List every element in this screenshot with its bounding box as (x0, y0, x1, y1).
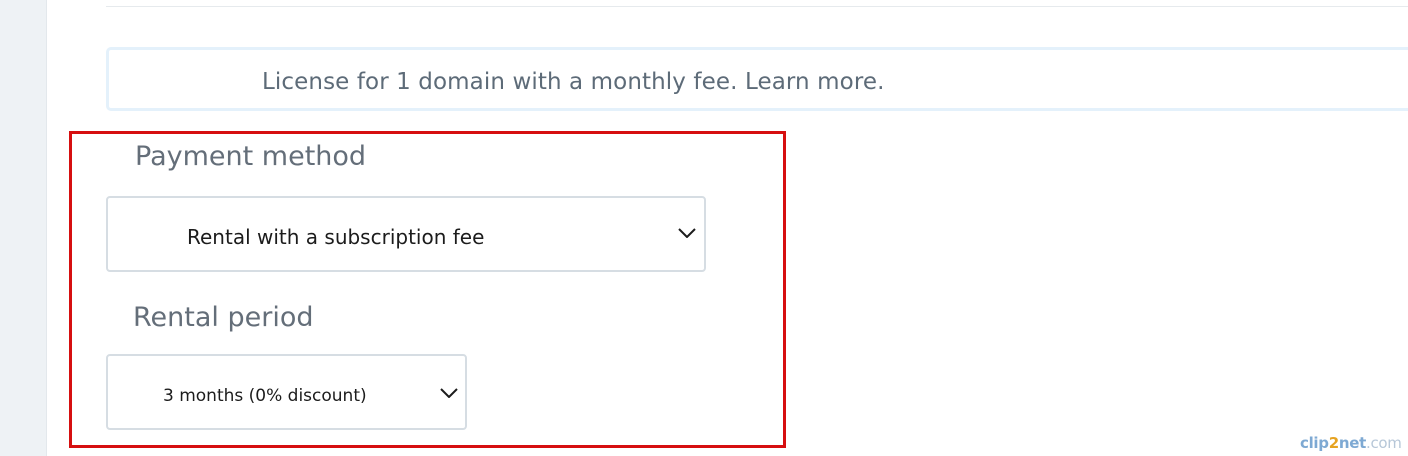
rental-period-value: 3 months (0% discount) (163, 386, 367, 406)
left-gutter (0, 0, 47, 456)
chevron-down-icon (440, 388, 458, 398)
payment-method-select[interactable]: Rental with a subscription fee (106, 196, 706, 272)
rental-period-label: Rental period (133, 302, 314, 333)
license-notice: License for 1 domain with a monthly fee.… (106, 47, 1408, 111)
watermark-domain: .com (1365, 434, 1402, 452)
watermark-middle: 2 (1328, 434, 1339, 452)
watermark-logo: clip2net.com (1300, 434, 1402, 452)
watermark-prefix: clip (1300, 434, 1329, 452)
divider (106, 6, 1408, 7)
license-notice-text: License for 1 domain with a monthly fee.… (262, 69, 885, 95)
chevron-down-icon (678, 228, 696, 238)
watermark-suffix: net (1338, 434, 1366, 452)
payment-method-value: Rental with a subscription fee (187, 225, 485, 249)
rental-period-select[interactable]: 3 months (0% discount) (106, 354, 467, 430)
payment-method-label: Payment method (135, 141, 367, 172)
